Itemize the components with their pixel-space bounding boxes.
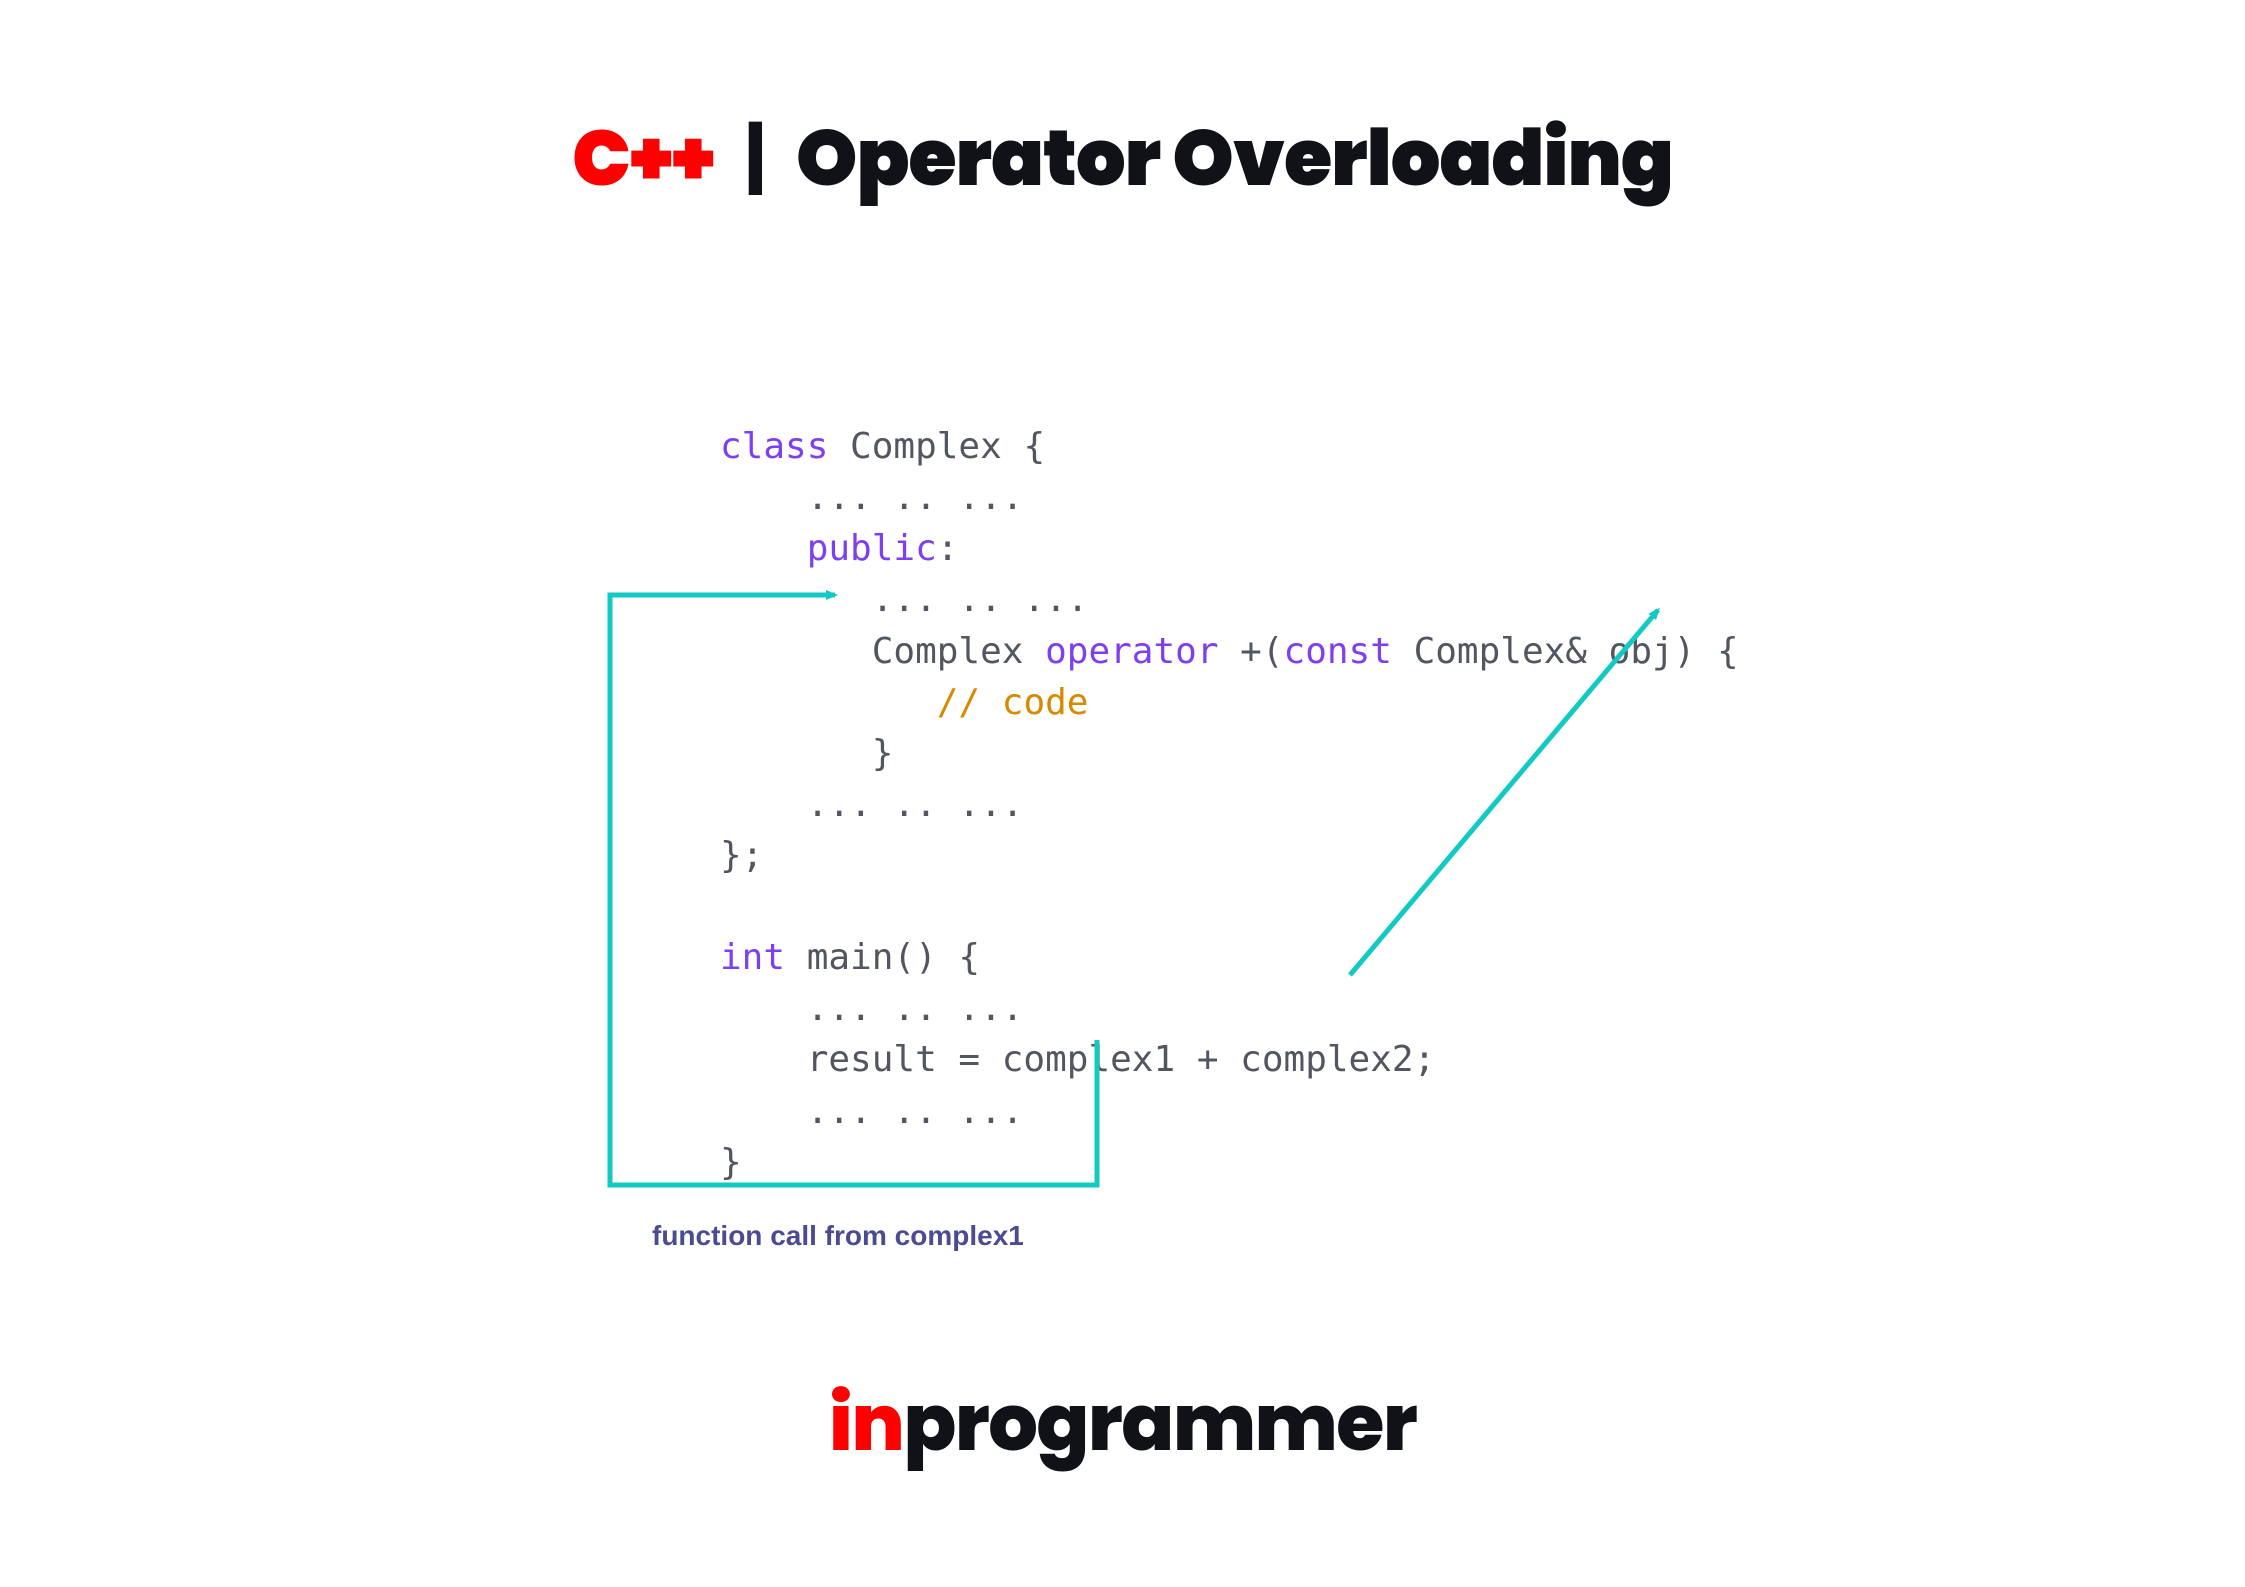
- kw-const: const: [1284, 631, 1392, 672]
- title-topic: Operator Overloading: [796, 104, 1673, 213]
- code-text: ... .. ...: [720, 1091, 1023, 1132]
- kw-class: class: [720, 426, 828, 467]
- diagram-caption: function call from complex1: [652, 1220, 1024, 1252]
- code-text: }: [720, 1142, 742, 1183]
- code-block: class Complex { ... .. ... public: ... .…: [720, 370, 1739, 1188]
- code-text: ... .. ...: [720, 579, 1088, 620]
- title-separator: |: [744, 104, 766, 213]
- brand-logo: inprogrammer: [0, 1365, 2245, 1482]
- code-text: Complex {: [828, 426, 1045, 467]
- kw-int: int: [720, 937, 785, 978]
- kw-public: public: [807, 528, 937, 569]
- code-text: ... .. ...: [720, 988, 1023, 1029]
- code-text: +(: [1219, 631, 1284, 672]
- title-lang: C++: [572, 104, 714, 213]
- kw-operator: operator: [1045, 631, 1218, 672]
- code-text: [720, 528, 807, 569]
- comment-code: // code: [937, 682, 1089, 723]
- logo-prefix: in: [829, 1369, 904, 1478]
- code-text: main() {: [785, 937, 980, 978]
- page-title: C++ | Operator Overloading: [0, 100, 2245, 217]
- code-text: [720, 682, 937, 723]
- code-text: result = complex1 + complex2;: [720, 1039, 1435, 1080]
- code-text: Complex: [720, 631, 1045, 672]
- code-text: }: [720, 733, 893, 774]
- code-text: :: [937, 528, 959, 569]
- code-text: };: [720, 835, 763, 876]
- code-text: [720, 886, 742, 927]
- code-text: Complex& obj) {: [1392, 631, 1739, 672]
- logo-suffix: programmer: [903, 1369, 1416, 1478]
- code-text: ... .. ...: [720, 477, 1023, 518]
- code-text: ... .. ...: [720, 784, 1023, 825]
